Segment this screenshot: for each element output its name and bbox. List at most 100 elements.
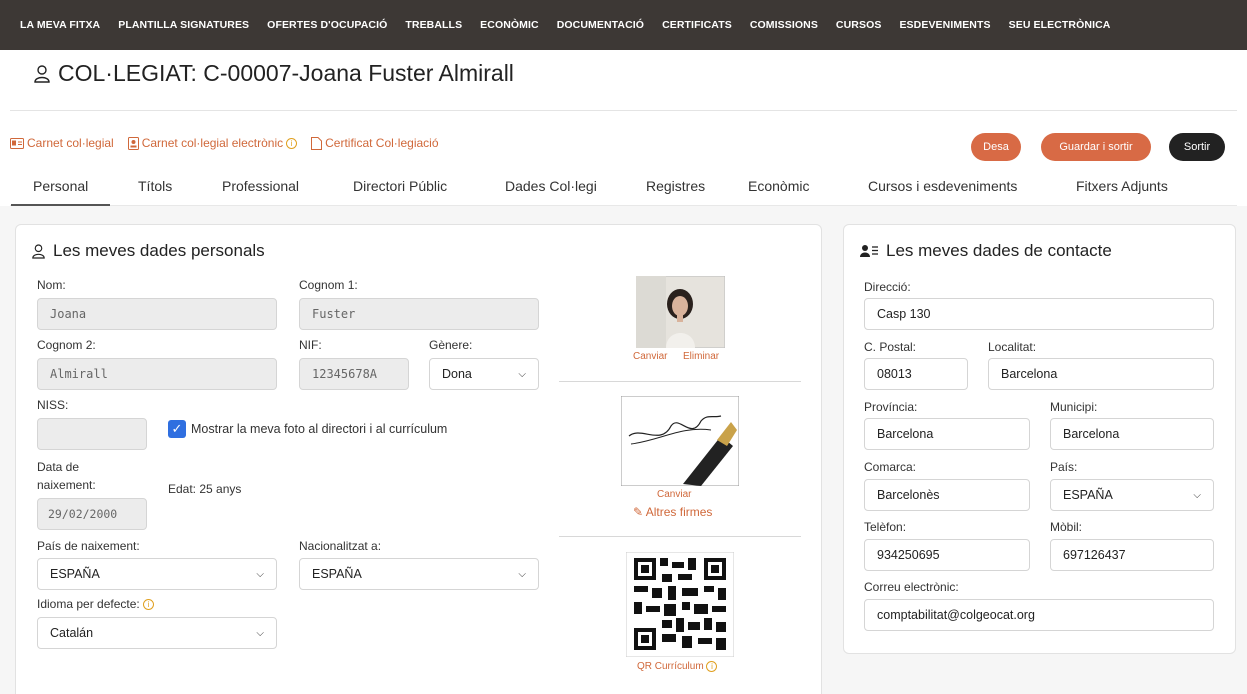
direccio-label: Direcció:	[864, 280, 911, 294]
nacionalitat-value: ESPAÑA	[312, 567, 362, 581]
carnet-electronic-link[interactable]: Carnet col·legial electrònic i	[127, 136, 298, 150]
genere-select[interactable]: Dona ⌵	[429, 358, 539, 390]
data-naixement-label-1: Data de	[37, 460, 80, 474]
user-icon	[34, 64, 50, 83]
idioma-label: Idioma per defecte: i	[37, 597, 155, 611]
pen-icon: ✎	[633, 505, 644, 519]
nav-ofertes-ocupacio[interactable]: OFERTES D'OCUPACIÓ	[267, 19, 387, 31]
nav-plantilla-signatures[interactable]: PLANTILLA SIGNATURES	[118, 19, 249, 31]
info-icon: i	[143, 599, 155, 611]
cognom2-label: Cognom 2:	[37, 338, 96, 352]
carnet-link-label: Carnet col·legial	[27, 136, 114, 150]
provincia-field[interactable]: Barcelona	[864, 418, 1030, 450]
nav-cursos[interactable]: CURSOS	[836, 19, 882, 31]
photo-change-link[interactable]: Canviar	[633, 351, 667, 362]
niss-label: NISS:	[37, 398, 69, 412]
nav-comissions[interactable]: COMISSIONS	[750, 19, 818, 31]
qr-curriculum-link[interactable]: QR Currículum i	[637, 661, 718, 673]
carnet-electronic-label: Carnet col·legial electrònic	[141, 136, 284, 150]
chevron-down-icon: ⌵	[256, 568, 264, 580]
info-icon: i	[286, 137, 298, 149]
nav-la-meva-fitxa[interactable]: LA MEVA FITXA	[20, 19, 100, 31]
contact-data-card: Les meves dades de contacte Direcció: Ca…	[843, 224, 1236, 654]
nav-seu-electronica[interactable]: SEU ELECTRÒNICA	[1009, 19, 1111, 31]
tab-titols[interactable]: Títols	[138, 178, 172, 194]
chevron-down-icon: ⌵	[256, 627, 264, 639]
chevron-down-icon: ⌵	[1193, 489, 1201, 501]
cognom1-field[interactable]: Fuster	[299, 298, 539, 330]
document-icon	[311, 136, 323, 150]
page-title: COL·LEGIAT: C-00007-Joana Fuster Almiral…	[34, 60, 514, 87]
tab-professional[interactable]: Professional	[222, 178, 299, 194]
pais-select[interactable]: ESPAÑA ⌵	[1050, 479, 1214, 511]
chevron-down-icon: ⌵	[518, 568, 526, 580]
divider	[559, 536, 801, 537]
guardar-i-sortir-button[interactable]: Guardar i sortir	[1041, 133, 1151, 161]
altres-firmes-link[interactable]: ✎ Altres firmes	[633, 505, 712, 519]
nav-certificats[interactable]: CERTIFICATS	[662, 19, 732, 31]
personal-card-title: Les meves dades personals	[32, 241, 265, 261]
carnet-link[interactable]: Carnet col·legial	[10, 136, 114, 150]
qr-code-image	[626, 552, 734, 657]
codi-postal-field[interactable]: 08013	[864, 358, 968, 390]
tab-fitxers-adjunts[interactable]: Fitxers Adjunts	[1076, 178, 1168, 194]
municipi-label: Municipi:	[1050, 400, 1098, 414]
localitat-label: Localitat:	[988, 340, 1037, 354]
genere-label: Gènere:	[429, 338, 473, 352]
sortir-button[interactable]: Sortir	[1169, 133, 1225, 161]
comarca-label: Comarca:	[864, 460, 917, 474]
qr-curriculum-label: QR Currículum	[637, 661, 704, 673]
correu-label: Correu electrònic:	[864, 580, 959, 594]
cognom1-label: Cognom 1:	[299, 278, 358, 292]
comarca-field[interactable]: Barcelonès	[864, 479, 1030, 511]
mostrar-foto-checkbox[interactable]: ✓	[168, 420, 186, 438]
pais-naixement-select[interactable]: ESPAÑA ⌵	[37, 558, 277, 590]
idioma-value: Catalán	[50, 626, 94, 640]
nacionalitat-label: Nacionalitzat a:	[299, 539, 382, 553]
signature-image	[621, 396, 739, 486]
title-divider	[10, 110, 1237, 111]
desa-button[interactable]: Desa	[971, 133, 1021, 161]
tab-directori-public[interactable]: Directori Públic	[353, 178, 447, 194]
tab-registres[interactable]: Registres	[646, 178, 705, 194]
nom-field[interactable]: Joana	[37, 298, 277, 330]
tab-personal[interactable]: Personal	[10, 178, 111, 206]
nav-economic[interactable]: ECONÒMIC	[480, 19, 539, 31]
tab-cursos-esdeveniments[interactable]: Cursos i esdeveniments	[868, 178, 1017, 194]
nacionalitat-select[interactable]: ESPAÑA ⌵	[299, 558, 539, 590]
telefon-label: Telèfon:	[864, 520, 907, 534]
page-title-text: COL·LEGIAT: C-00007-Joana Fuster Almiral…	[58, 60, 514, 86]
tab-economic[interactable]: Econòmic	[748, 178, 809, 194]
signature-change-link[interactable]: Canviar	[657, 489, 691, 500]
telefon-field[interactable]: 934250695	[864, 539, 1030, 571]
nif-label: NIF:	[299, 338, 322, 352]
idioma-label-text: Idioma per defecte:	[37, 597, 140, 611]
cognom2-field[interactable]: Almirall	[37, 358, 277, 390]
idioma-select[interactable]: Catalán ⌵	[37, 617, 277, 649]
contact-card-icon	[860, 245, 878, 257]
user-icon	[32, 243, 45, 259]
localitat-field[interactable]: Barcelona	[988, 358, 1214, 390]
correu-field[interactable]: comptabilitat@colgeocat.org	[864, 599, 1214, 631]
top-navigation: LA MEVA FITXA PLANTILLA SIGNATURES OFERT…	[0, 0, 1247, 50]
data-naixement-field[interactable]: 29/02/2000	[37, 498, 147, 530]
pais-value: ESPAÑA	[1063, 488, 1113, 502]
contact-card-title-text: Les meves dades de contacte	[886, 241, 1112, 260]
certificat-link[interactable]: Certificat Col·legiació	[311, 136, 439, 150]
nav-esdeveniments[interactable]: ESDEVENIMENTS	[899, 19, 990, 31]
direccio-field[interactable]: Casp 130	[864, 298, 1214, 330]
codi-postal-label: C. Postal:	[864, 340, 917, 354]
mobil-field[interactable]: 697126437	[1050, 539, 1214, 571]
divider	[559, 381, 801, 382]
nav-documentacio[interactable]: DOCUMENTACIÓ	[557, 19, 644, 31]
nav-treballs[interactable]: TREBALLS	[405, 19, 462, 31]
mostrar-foto-label: Mostrar la meva foto al directori i al c…	[191, 422, 448, 436]
municipi-field[interactable]: Barcelona	[1050, 418, 1214, 450]
nif-field[interactable]: 12345678A	[299, 358, 409, 390]
mobil-label: Mòbil:	[1050, 520, 1083, 534]
provincia-label: Província:	[864, 400, 918, 414]
photo-delete-link[interactable]: Eliminar	[683, 351, 719, 362]
tab-dades-collegi[interactable]: Dades Col·legi	[505, 178, 597, 194]
niss-field[interactable]	[37, 418, 147, 450]
tab-bar: Personal Títols Professional Directori P…	[10, 168, 1237, 206]
